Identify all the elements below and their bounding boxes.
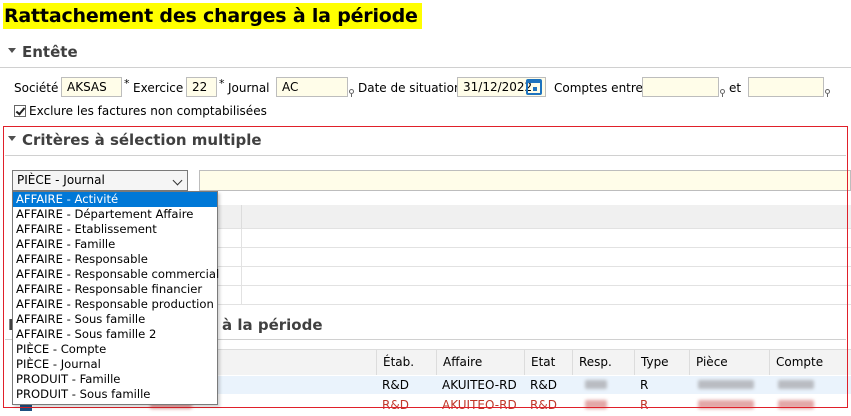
journal-label: Journal (228, 81, 270, 95)
date-label: Date de situation (358, 81, 462, 95)
section-entete-title: Entête (22, 43, 78, 61)
dropdown-option[interactable]: AFFAIRE - Responsable financier (13, 282, 217, 297)
page-title: Rattachement des charges à la période (3, 3, 422, 29)
dropdown-option[interactable]: AFFAIRE - Responsable commercial (13, 267, 219, 282)
required-mark: * (219, 77, 225, 90)
dropdown-option[interactable]: AFFAIRE - Département Affaire (13, 207, 217, 222)
exercice-label: Exercice (133, 81, 184, 95)
lookup-pin-icon[interactable] (825, 89, 830, 97)
societe-field[interactable]: AKSAS (61, 77, 122, 97)
dropdown-option[interactable]: AFFAIRE - Etablissement (13, 222, 217, 237)
dropdown-option[interactable]: AFFAIRE - Sous famille (13, 312, 217, 327)
dropdown-option[interactable]: PRODUIT - Famille (13, 372, 217, 387)
dropdown-option[interactable]: AFFAIRE - Responsable (13, 252, 217, 267)
exercice-field[interactable]: 22 (186, 77, 217, 97)
dropdown-option[interactable]: PRODUIT - Sous famille (13, 387, 217, 402)
comptes-to-field[interactable] (748, 77, 824, 97)
exclude-checkbox[interactable] (14, 105, 26, 117)
exclude-label: Exclure les factures non comptabilisées (29, 104, 267, 118)
societe-label: Société (14, 81, 59, 95)
lookup-pin-icon[interactable] (720, 89, 725, 97)
dropdown-option[interactable]: AFFAIRE - Responsable production (13, 297, 217, 312)
section-entete-header[interactable]: Entête (8, 43, 78, 61)
critere-dropdown-list[interactable]: AFFAIRE - Activité AFFAIRE - Département… (12, 191, 219, 405)
dropdown-option[interactable]: AFFAIRE - Sous famille 2 (13, 327, 217, 342)
required-mark: * (124, 77, 130, 90)
divider (0, 67, 851, 68)
dropdown-option[interactable]: AFFAIRE - Famille (13, 237, 217, 252)
collapse-caret-icon (8, 48, 16, 53)
calendar-icon[interactable] (526, 79, 542, 95)
dropdown-option[interactable]: PIÈCE - Compte (13, 342, 217, 357)
et-label: et (729, 81, 742, 95)
comptes-from-field[interactable] (642, 77, 719, 97)
dropdown-option[interactable]: PIÈCE - Journal (13, 357, 217, 372)
dropdown-option[interactable]: AFFAIRE - Activité (13, 192, 217, 207)
lookup-pin-icon[interactable] (349, 89, 354, 97)
comptes-label: Comptes entre (554, 81, 643, 95)
journal-field[interactable]: AC (276, 77, 348, 97)
